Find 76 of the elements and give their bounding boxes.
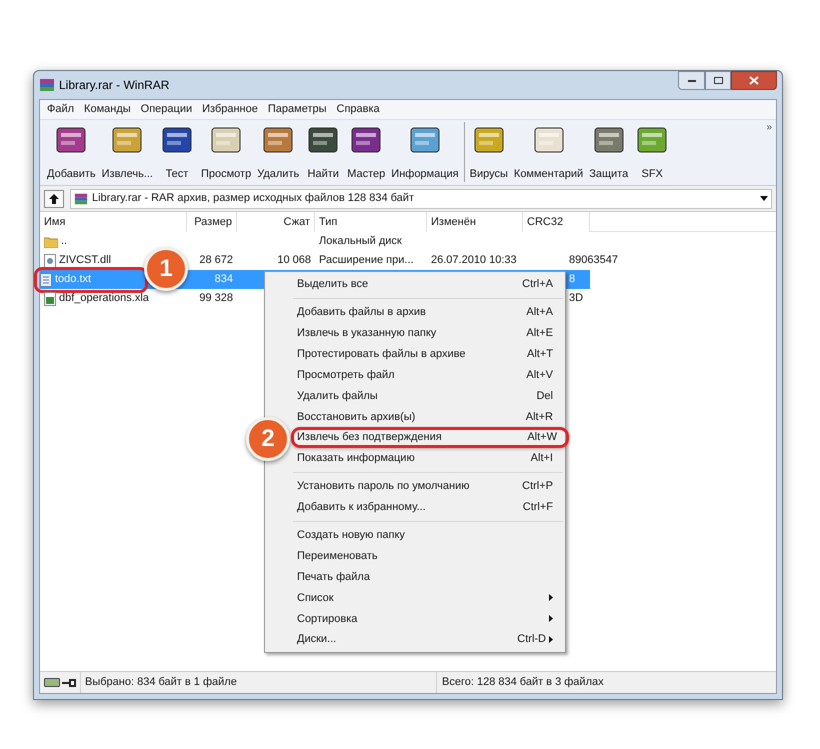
- table-cell-text: 26.07.2010 10:33: [431, 253, 517, 268]
- table-cell-text: todo.txt: [55, 272, 92, 288]
- status-text: Выбрано: 834 байт в 1 файле: [84, 675, 238, 690]
- table-cell-text: 834: [214, 272, 233, 288]
- text-file-icon: [40, 272, 52, 286]
- column-header[interactable]: CRC32: [523, 212, 590, 232]
- window-title: Library.rar - WinRAR: [59, 77, 170, 94]
- close-button[interactable]: [731, 71, 777, 90]
- menu-item[interactable]: Файл: [42, 101, 80, 118]
- table-cell-text: Локальный диск: [319, 234, 402, 250]
- column-header[interactable]: Тип: [315, 212, 427, 232]
- toolbar-button[interactable]: Вирусы: [466, 122, 511, 182]
- table-cell-text: 89063547: [569, 253, 618, 268]
- drive-icon: [44, 678, 60, 687]
- address-text: Library.rar - RAR архив, размер исходных файлов 128 834 байт: [92, 191, 414, 206]
- menu-item[interactable]: Извлечь в указанную папку Alt+E: [291, 322, 565, 344]
- toolbar-button[interactable]: SFX: [631, 122, 674, 182]
- table-cell-text: 8: [569, 272, 576, 288]
- menu-item[interactable]: Просмотреть файл Alt+V: [291, 364, 565, 386]
- menu-item[interactable]: Создать новую папку: [291, 524, 565, 546]
- table-cell-text: 10 068: [277, 253, 311, 268]
- submenu-arrow-icon: [549, 615, 553, 622]
- menu-item[interactable]: Диски... Ctrl-D: [291, 629, 565, 650]
- menu-item[interactable]: Восстановить архив(ы) Alt+R: [291, 406, 565, 428]
- menu-item[interactable]: Печать файла: [291, 566, 565, 588]
- column-header[interactable]: Размер: [187, 212, 237, 232]
- toolbar-button[interactable]: Извлечь...: [98, 122, 156, 182]
- toolbar-button[interactable]: Тест: [156, 122, 198, 182]
- toolbar-button[interactable]: Найти: [302, 122, 344, 182]
- status-text: Всего: 128 834 байт в 3 файлах: [441, 675, 604, 690]
- folder-icon: [44, 236, 58, 248]
- menu-item[interactable]: Команды: [79, 101, 136, 118]
- table-cell-text: ..: [61, 234, 68, 250]
- menu-item[interactable]: Список: [291, 587, 565, 608]
- menu-item[interactable]: Выделить все Ctrl+A: [291, 274, 565, 295]
- menu-item[interactable]: Переименовать: [291, 546, 565, 567]
- toolbar-button[interactable]: Добавить: [44, 122, 99, 182]
- column-header[interactable]: Изменён: [427, 212, 523, 232]
- table-cell-text: Расширение при...: [319, 253, 414, 268]
- spreadsheet-icon: [44, 292, 56, 306]
- table-cell-text: 99 328: [199, 291, 233, 306]
- minimize-button[interactable]: [678, 71, 705, 90]
- more-tools-button[interactable]: »: [766, 120, 772, 135]
- menu-item[interactable]: Параметры: [262, 101, 332, 118]
- table-cell-text: 28 672: [199, 253, 233, 268]
- key-icon: [62, 678, 76, 686]
- submenu-arrow-icon: [549, 636, 553, 644]
- menu-item[interactable]: Избранное: [197, 101, 263, 118]
- toolbar-button[interactable]: Удалить: [254, 122, 302, 182]
- up-folder-button[interactable]: [44, 190, 64, 208]
- up-arrow-icon: [48, 194, 60, 204]
- menu-item[interactable]: Добавить файлы в архив Alt+A: [291, 302, 565, 323]
- toolbar-button[interactable]: Просмотр: [198, 122, 254, 182]
- toolbar-button[interactable]: Комментарий: [510, 122, 586, 182]
- dropdown-caret-icon[interactable]: [760, 196, 768, 201]
- menu-item[interactable]: Показать информацию Alt+I: [291, 448, 565, 470]
- menu-item[interactable]: Извлечь без подтверждения Alt+W: [291, 427, 569, 448]
- address-field[interactable]: Library.rar - RAR архив, размер исходных файлов 128 834 байт: [70, 188, 772, 208]
- table-cell-text: ZIVCST.dll: [59, 253, 111, 268]
- close-icon: [749, 76, 759, 85]
- menu-item[interactable]: Операции: [136, 101, 198, 118]
- toolbar-button[interactable]: Информация: [388, 122, 462, 182]
- toolbar-button[interactable]: Защита: [586, 122, 632, 182]
- menu-item[interactable]: Справка: [332, 101, 385, 118]
- menu-item[interactable]: Сортировка: [291, 608, 565, 630]
- column-header[interactable]: Имя: [40, 212, 187, 232]
- table-cell-text: 3D: [569, 291, 584, 306]
- toolbar-button[interactable]: Мастер: [344, 122, 388, 182]
- menu-item[interactable]: Удалить файлы Del: [291, 385, 565, 406]
- menu-item[interactable]: Добавить к избранному... Ctrl+F: [291, 496, 565, 518]
- table-cell-text: dbf_operations.xla: [59, 291, 149, 306]
- column-header[interactable]: Сжат: [237, 212, 315, 232]
- submenu-arrow-icon: [549, 594, 553, 602]
- menu-item[interactable]: Установить пароль по умолчанию Ctrl+P: [291, 476, 565, 497]
- maximize-button[interactable]: [705, 71, 731, 90]
- menu-item[interactable]: Протестировать файлы в архиве Alt+T: [291, 344, 565, 365]
